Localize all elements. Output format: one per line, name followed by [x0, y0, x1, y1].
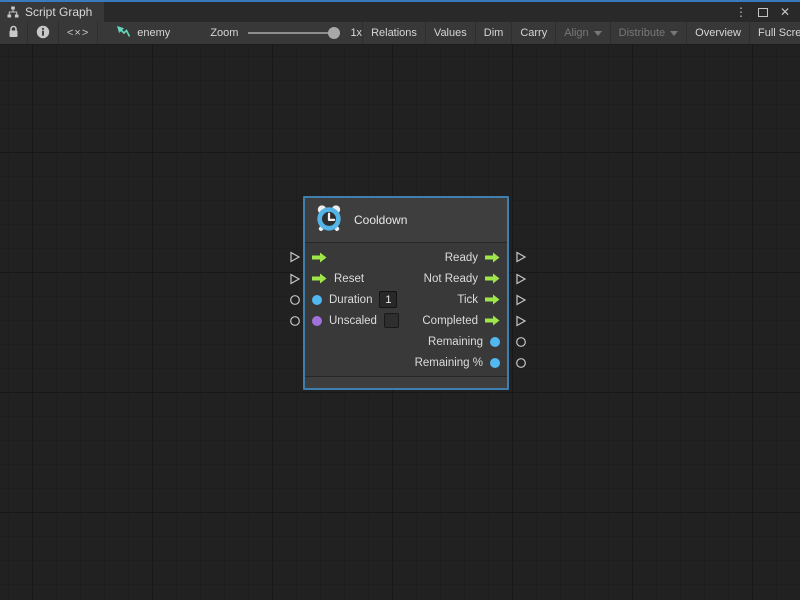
tick-label: Tick [457, 294, 478, 306]
chevron-down-icon [594, 31, 602, 36]
tab-bar: Script Graph ⋮ ✕ [0, 2, 800, 22]
zoom-slider-handle[interactable] [328, 27, 340, 39]
code-view-button[interactable]: <×> [59, 22, 98, 44]
menu-icon[interactable]: ⋮ [732, 4, 750, 20]
graph-pointer-icon [116, 25, 131, 41]
port-row: Ready [305, 247, 507, 268]
outer-flow-output-port[interactable] [515, 315, 527, 327]
value-port-icon [312, 316, 322, 326]
outer-flow-input-port[interactable] [289, 273, 301, 285]
enter-flow-port[interactable] [312, 252, 327, 263]
align-label: Align [564, 27, 588, 39]
overview-button[interactable]: Overview [686, 22, 749, 44]
maximize-icon[interactable] [754, 4, 772, 20]
outer-flow-output-port[interactable] [515, 273, 527, 285]
graph-canvas[interactable]: Cooldown Ready [0, 45, 800, 600]
zoom-slider-track [248, 32, 340, 34]
outer-value-input-port[interactable] [289, 315, 301, 327]
outer-flow-output-port[interactable] [515, 251, 527, 263]
dim-button[interactable]: Dim [475, 22, 512, 44]
distribute-label: Distribute [619, 27, 665, 39]
cooldown-node[interactable]: Cooldown Ready [303, 196, 509, 390]
value-port-icon [490, 337, 500, 347]
lock-button[interactable] [0, 22, 28, 44]
port-row: Remaining % [305, 352, 507, 373]
ready-label: Ready [445, 252, 478, 264]
port-row: Remaining [305, 331, 507, 352]
tab-script-graph[interactable]: Script Graph [0, 2, 104, 22]
tick-flow-port[interactable]: Tick [457, 294, 500, 306]
info-icon [36, 25, 50, 42]
duration-value-port[interactable]: Duration [312, 291, 397, 308]
zoom-slider[interactable] [248, 27, 340, 39]
remaining-label: Remaining [428, 336, 483, 348]
zoom-value: 1x [350, 27, 362, 39]
reset-flow-port[interactable]: Reset [312, 273, 364, 285]
info-button[interactable] [28, 22, 59, 44]
flow-arrow-icon [485, 294, 500, 305]
not-ready-flow-port[interactable]: Not Ready [424, 273, 500, 285]
chevron-down-icon [670, 31, 678, 36]
lock-icon [8, 25, 19, 41]
flow-arrow-icon [485, 273, 500, 284]
zoom-label: Zoom [210, 27, 238, 39]
port-row: Reset Not Ready [305, 268, 507, 289]
node-title: Cooldown [354, 213, 407, 227]
duration-label: Duration [329, 294, 372, 306]
full-screen-button[interactable]: Full Screen [749, 22, 800, 44]
completed-flow-port[interactable]: Completed [422, 315, 500, 327]
graph-icon [7, 6, 19, 18]
value-port-icon [490, 358, 500, 368]
outer-value-output-port[interactable] [515, 357, 527, 369]
maximize-box [758, 8, 768, 17]
remaining-pct-label: Remaining % [415, 357, 483, 369]
unscaled-checkbox[interactable] [384, 313, 399, 328]
align-dropdown[interactable]: Align [555, 22, 609, 44]
not-ready-label: Not Ready [424, 273, 478, 285]
breadcrumb[interactable]: enemy [116, 25, 170, 41]
values-button[interactable]: Values [425, 22, 475, 44]
unscaled-value-port[interactable]: Unscaled [312, 313, 399, 328]
breadcrumb-label: enemy [137, 27, 170, 39]
duration-input[interactable] [379, 291, 397, 308]
remaining-pct-value-port[interactable]: Remaining % [415, 357, 500, 369]
zoom-control: Zoom 1x [210, 27, 362, 39]
reset-label: Reset [334, 273, 364, 285]
graph-toolbar: <×> enemy Zoom 1x Relations Values Dim [0, 22, 800, 45]
close-icon[interactable]: ✕ [776, 4, 794, 20]
outer-value-input-port[interactable] [289, 294, 301, 306]
toolbar-right-group: Relations Values Dim Carry Align Distrib… [362, 22, 800, 44]
flow-arrow-icon [485, 252, 500, 263]
script-graph-window: Script Graph ⋮ ✕ [0, 0, 800, 600]
code-icon: <×> [67, 27, 89, 39]
relations-button[interactable]: Relations [362, 22, 425, 44]
node-footer [305, 377, 507, 388]
tab-label: Script Graph [25, 5, 92, 19]
node-body: Ready Reset Not Ready [305, 243, 507, 376]
remaining-value-port[interactable]: Remaining [428, 336, 500, 348]
flow-arrow-icon [312, 252, 327, 263]
carry-button[interactable]: Carry [511, 22, 555, 44]
cooldown-node-header[interactable]: Cooldown [305, 198, 507, 242]
flow-arrow-icon [485, 315, 500, 326]
window-controls: ⋮ ✕ [732, 2, 800, 22]
port-row: Unscaled Completed [305, 310, 507, 331]
completed-label: Completed [422, 315, 478, 327]
alarm-clock-icon [315, 204, 343, 237]
distribute-dropdown[interactable]: Distribute [610, 22, 686, 44]
outer-flow-output-port[interactable] [515, 294, 527, 306]
unscaled-label: Unscaled [329, 315, 377, 327]
ready-flow-port[interactable]: Ready [445, 252, 500, 264]
outer-flow-input-port[interactable] [289, 251, 301, 263]
value-port-icon [312, 295, 322, 305]
port-row: Duration Tick [305, 289, 507, 310]
outer-value-output-port[interactable] [515, 336, 527, 348]
flow-arrow-icon [312, 273, 327, 284]
